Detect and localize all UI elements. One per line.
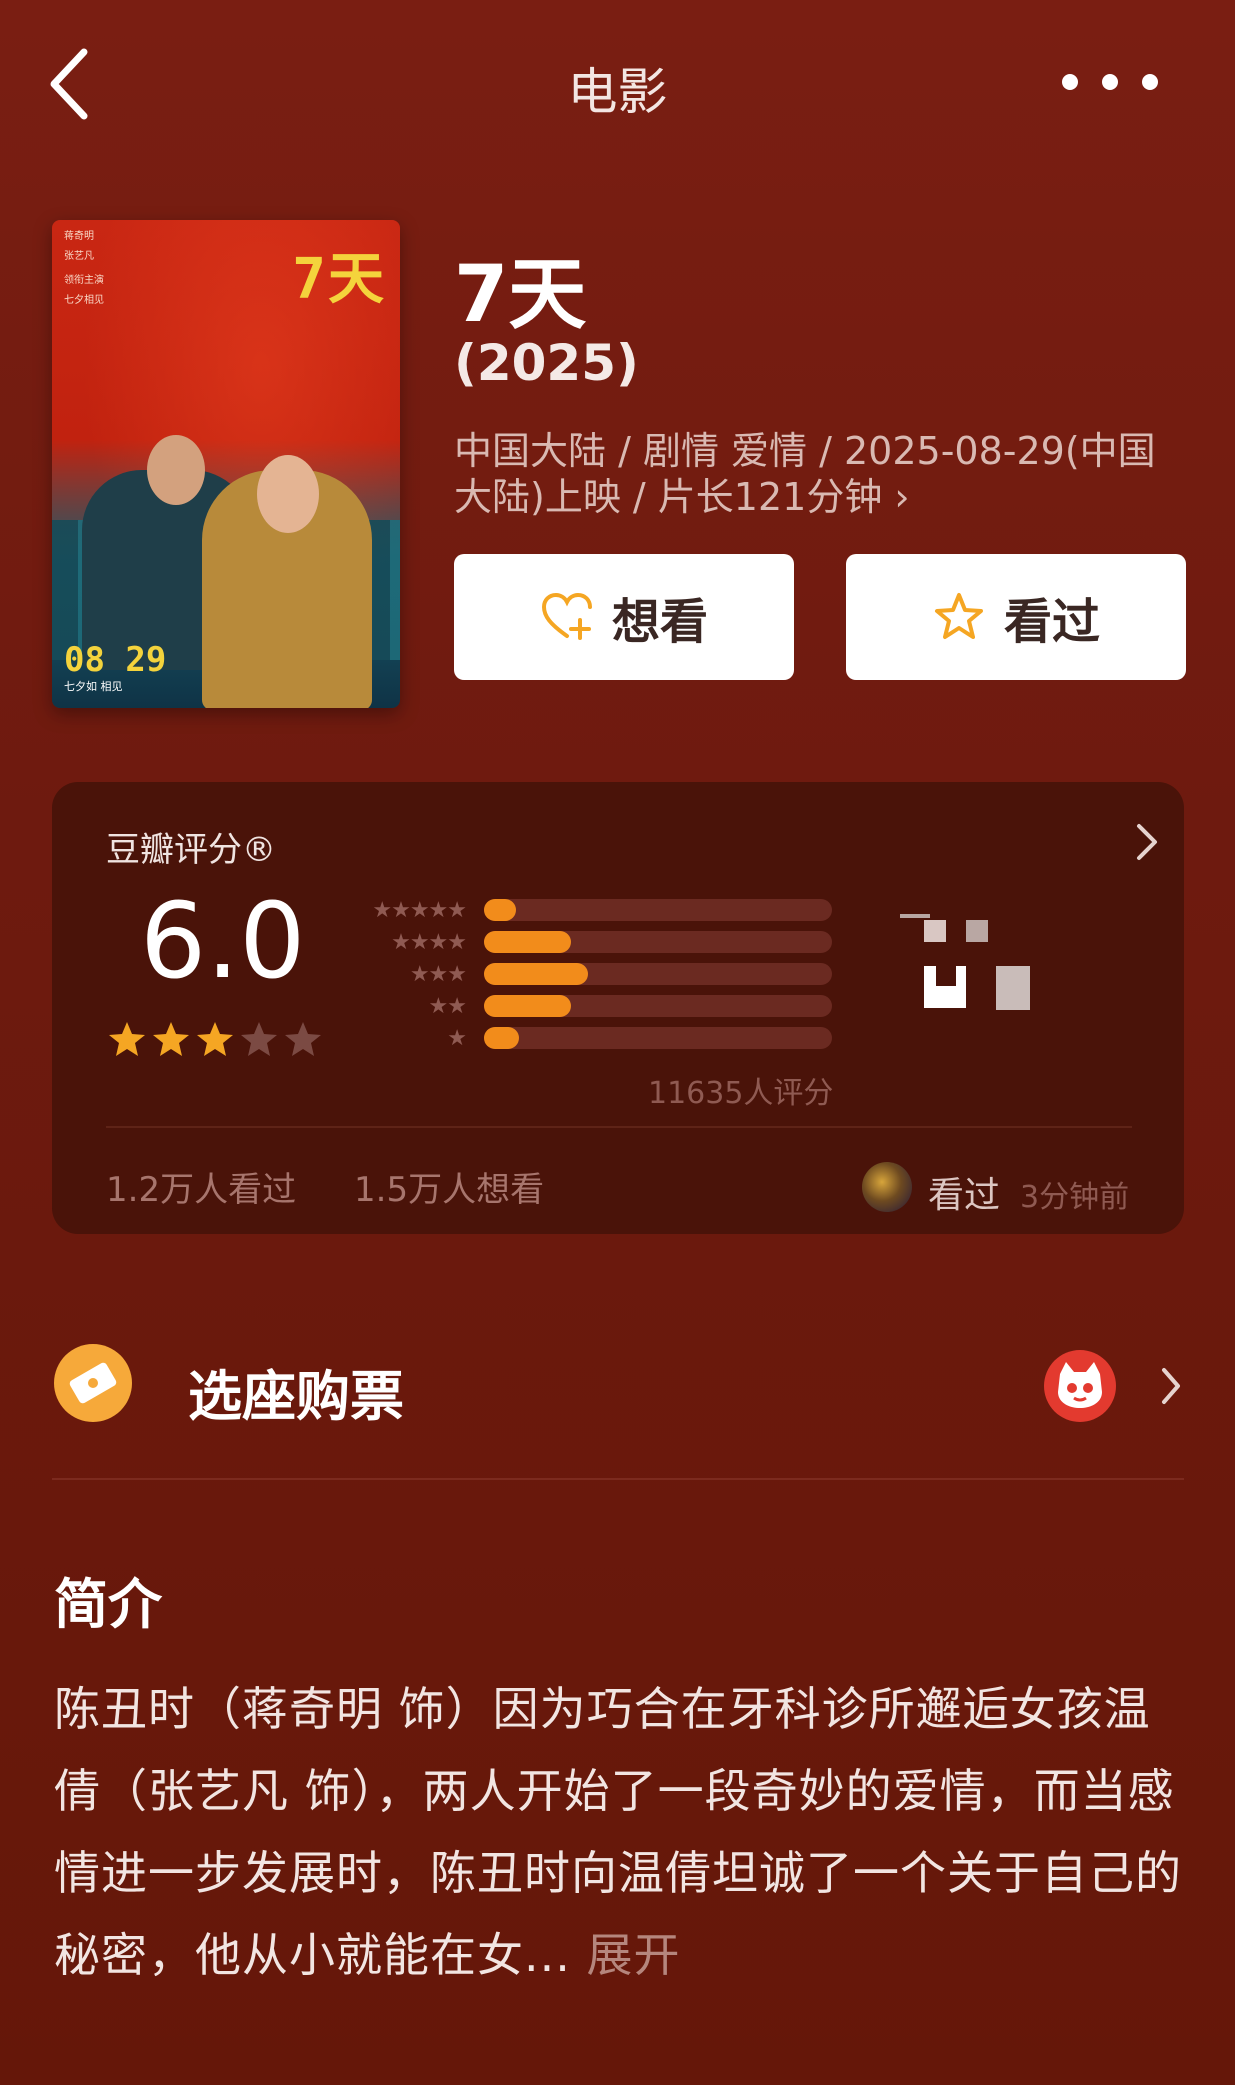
ticket-icon <box>69 1362 117 1404</box>
intro-title: 简介 <box>54 1573 162 1636</box>
distribution-bar-fill <box>484 1027 519 1049</box>
movie-meta[interactable]: 中国大陆 / 剧情 爱情 / 2025-08-29(中国大陆)上映 / 片长12… <box>454 428 1184 520</box>
rating-stars <box>108 1020 322 1058</box>
avatar[interactable] <box>862 1162 912 1212</box>
star-filled-icon <box>153 1022 189 1056</box>
distribution-bar <box>484 899 832 921</box>
distribution-bar <box>484 931 832 953</box>
divider <box>52 1478 1184 1480</box>
distribution-bar <box>484 995 832 1017</box>
distribution-bar-fill <box>484 995 571 1017</box>
rating-total: 11635人评分 <box>648 1076 834 1111</box>
poster-text: 蒋奇明 <box>64 231 94 242</box>
heart-plus-icon <box>541 592 592 640</box>
friend-activity-time: 3分钟前 <box>1020 1180 1130 1215</box>
chevron-right-icon[interactable] <box>1160 1366 1182 1406</box>
distribution-row: ★★★★ <box>342 929 832 955</box>
distribution-row: ★ <box>342 1025 832 1051</box>
distribution-stars: ★★ <box>428 993 467 1019</box>
poster-caption: 七夕如 相见 <box>64 680 123 693</box>
rating-score: 6.0 <box>140 880 306 1002</box>
distribution-row: ★★★ <box>342 961 832 987</box>
watched-label: 看过 <box>1003 594 1100 650</box>
star-filled-icon <box>109 1022 145 1056</box>
distribution-stars: ★★★★ <box>391 929 467 955</box>
distribution-stars: ★★★ <box>409 961 467 987</box>
watched-button[interactable]: 看过 <box>846 554 1186 680</box>
star-empty-icon <box>285 1022 321 1056</box>
more-dots-icon[interactable] <box>1055 72 1165 92</box>
distribution-stars: ★ <box>447 1025 467 1051</box>
cat-face-icon <box>1058 1362 1102 1408</box>
poster-title-digits: 7天 <box>292 247 386 312</box>
intro-text: 陈丑时（蒋奇明 饰）因为巧合在牙科诊所邂逅女孩温倩（张艺凡 饰），两人开始了一段… <box>54 1668 1184 1996</box>
buy-ticket-label[interactable]: 选座购票 <box>188 1352 404 1431</box>
divider <box>106 1126 1132 1128</box>
poster-text: 张艺凡 <box>64 251 94 262</box>
distribution-bar-fill <box>484 931 571 953</box>
distribution-bar-fill <box>484 899 516 921</box>
rating-title: 豆瓣评分® <box>106 830 276 870</box>
poster-text: 七夕相见 <box>64 295 104 306</box>
movie-year: (2025) <box>454 334 639 392</box>
page-title: 电影 <box>567 63 668 121</box>
movie-title: 7天 <box>454 250 587 340</box>
friend-activity-action: 看过 <box>928 1175 1001 1216</box>
distribution-row: ★★★★★ <box>342 897 832 923</box>
poster-text: 领衔主演 <box>64 275 104 286</box>
movie-poster[interactable]: 7天 08 29 蒋奇明 张艺凡 领衔主演 七夕相见 七夕如 相见 <box>52 220 400 708</box>
want-to-watch-label: 想看 <box>611 594 708 650</box>
ticket-icon[interactable] <box>54 1344 132 1422</box>
distribution-row: ★★ <box>342 993 832 1019</box>
distribution-bar <box>484 1027 832 1049</box>
seen-count[interactable]: 1.2万人看过 <box>106 1162 296 1211</box>
want-to-watch-button[interactable]: 想看 <box>454 554 794 680</box>
star-filled-icon <box>197 1022 233 1056</box>
expand-link[interactable]: 展开 <box>571 1928 681 1982</box>
distribution-stars: ★★★★★ <box>372 897 467 923</box>
want-count[interactable]: 1.5万人想看 <box>354 1162 544 1211</box>
star-empty-icon <box>241 1022 277 1056</box>
poster-date-digits: 08 29 <box>64 640 167 680</box>
obscured-content <box>900 914 1030 1010</box>
distribution-bar <box>484 963 832 985</box>
cat-logo-icon[interactable] <box>1044 1350 1116 1422</box>
chevron-right-icon[interactable] <box>1131 820 1161 864</box>
distribution-bar-fill <box>484 963 588 985</box>
star-outline-icon <box>934 593 983 639</box>
